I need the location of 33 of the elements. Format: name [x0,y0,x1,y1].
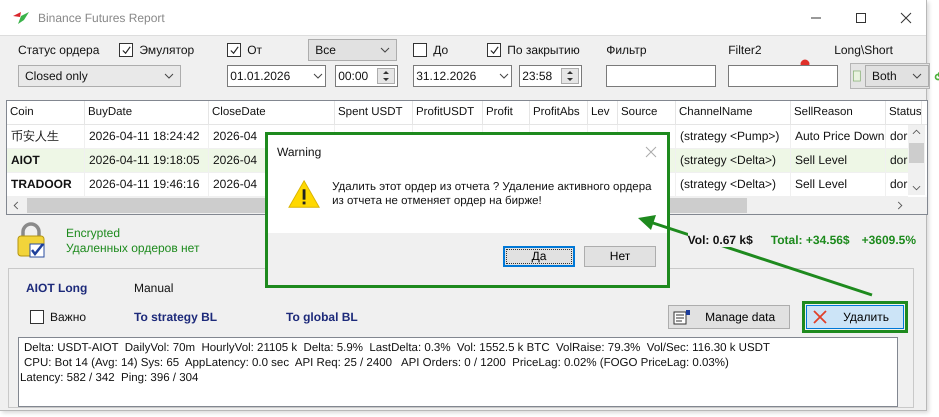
table-cell: Sell Level [791,173,886,196]
table-cell: TRADOOR [7,173,85,196]
table-cell: 币安人生 [7,125,85,148]
table-cell: AIOT [7,149,85,172]
table-cell: (strategy <Delta>) [676,173,791,196]
volume-text: Vol: 0.67 k$ [688,233,753,247]
deleted-orders-status: Удаленных ордеров нет [66,240,200,254]
from-label: От [247,43,262,57]
table-cell: 2026-04-11 19:46:16 [85,173,209,196]
table-cell: (strategy <Pump>) [676,125,791,148]
by-close-label: По закрытию [507,43,580,57]
status-label: Статус ордера [18,43,100,57]
order-mode: Manual [134,281,174,295]
dialog-message: Удалить этот ордер из отчета ? Удаление активного ордера из отчета не отменяет ордер на бирже! [332,180,652,208]
table-cell: Sell Level [791,149,886,172]
total-percent: +3609.5% [862,233,916,247]
important-label: Важно [50,310,86,324]
emulator-label: Эмулятор [139,43,194,57]
table-cell: 2026-04-11 19:18:05 [85,149,209,172]
filter2-label: Filter2 [728,43,762,57]
log-line: CPU: Bot 14 (Avg: 14) Sys: 65 AppLatency: 0.0 sec API Req: 25 / 2400 API Orders: 0 / 1200 PriceLag: 0.02% (FOGO PriceLag: 0.03%) [23,356,730,371]
order-title: AIOT Long [26,281,88,295]
log-line: Delta: USDT-AIOT DailyVol: 70m HourlyVol: 21105 k Delta: 5.9% LastDelta: 0.3% Vol: 1552.5 k BTC VolRaise: 79.3% Vol/Sec: 116.30 k USDT [23,341,771,356]
filter-label: Фильтр [606,43,647,57]
table-cell: Auto Price Down [791,125,886,148]
encrypted-status: Encrypted [66,226,122,240]
side-label: Long\Short [834,43,893,57]
window-title: Binance Futures Report [38,10,165,24]
to-label: До [433,43,448,57]
table-cell: (strategy <Delta>) [676,149,791,172]
total-profit: Total: +34.56$ [770,233,850,247]
table-cell: 2026-04-11 18:24:42 [85,125,209,148]
log-line: Latency: 582 / 342 Ping: 396 / 304 [20,371,200,386]
